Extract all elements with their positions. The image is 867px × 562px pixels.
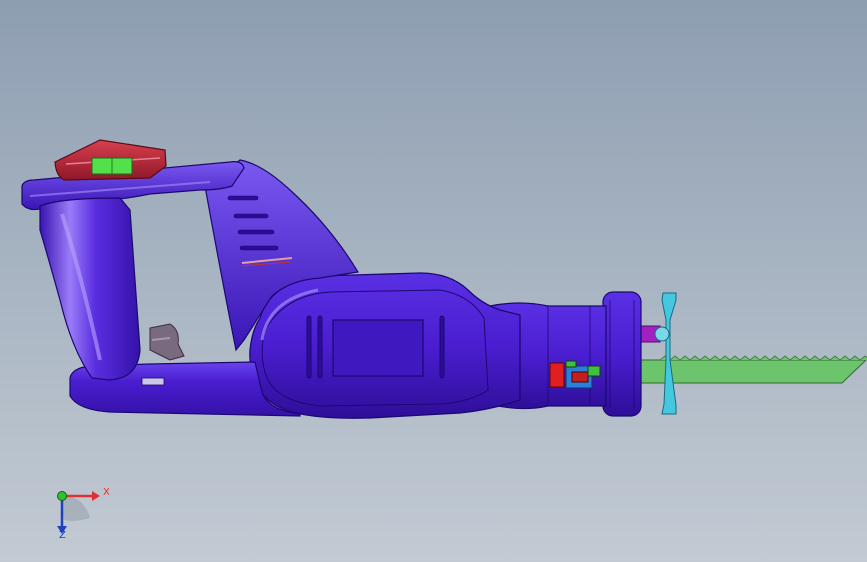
- x-axis-label: X: [103, 487, 110, 498]
- blade-clamp[interactable]: [654, 292, 677, 415]
- z-axis-label: Z: [59, 530, 66, 541]
- battery-cap[interactable]: [54, 139, 167, 181]
- reciprocating-saw-model[interactable]: [0, 0, 867, 562]
- saw-blade[interactable]: [639, 355, 867, 384]
- cad-viewport[interactable]: X Z: [0, 0, 867, 562]
- nose-collar[interactable]: [602, 291, 642, 417]
- motor-housing[interactable]: [249, 272, 521, 419]
- y-axis-dot: [57, 491, 67, 501]
- trigger[interactable]: [149, 323, 185, 361]
- rear-grip[interactable]: [39, 197, 141, 381]
- base-slot: [141, 377, 165, 386]
